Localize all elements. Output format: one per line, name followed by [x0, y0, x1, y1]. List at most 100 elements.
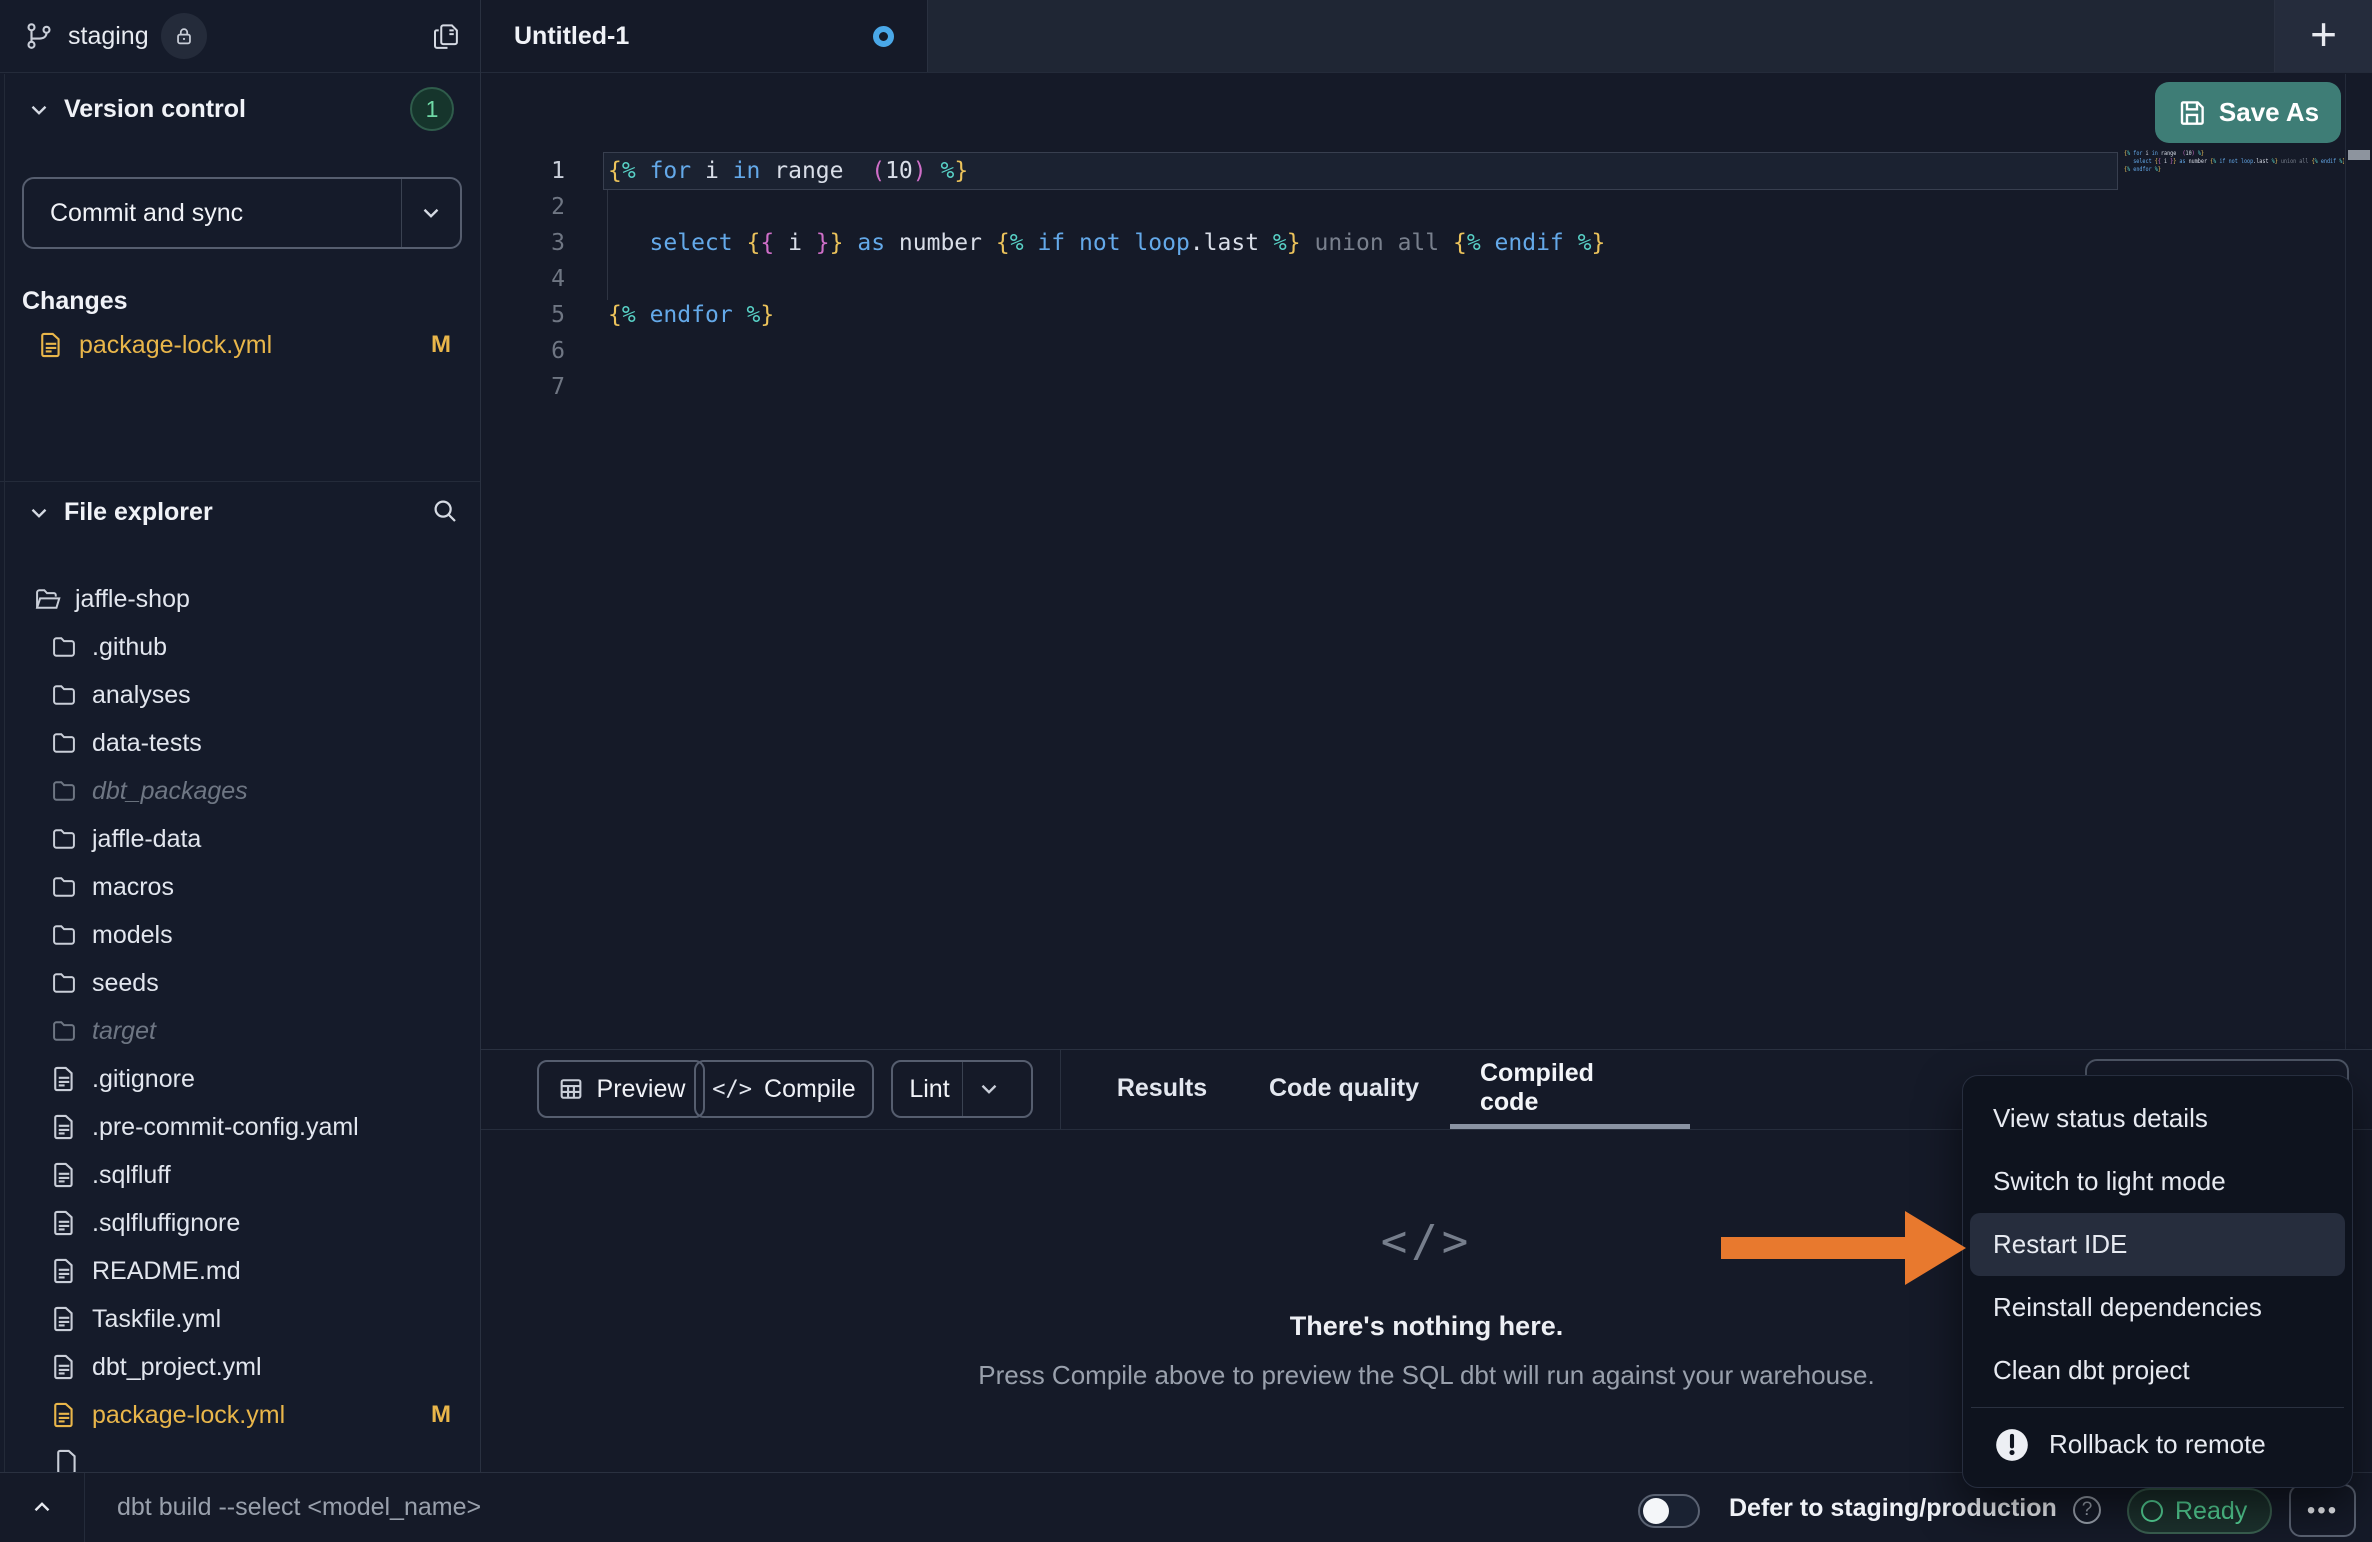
menu-item-rollback-to-remote[interactable]: Rollback to remote [1963, 1413, 2352, 1476]
tree-item-sqlfluffignore[interactable]: .sqlfluffignore [0, 1199, 480, 1247]
file-icon [50, 1113, 78, 1141]
menu-item-switch-to-light-mode[interactable]: Switch to light mode [1963, 1150, 2352, 1213]
unsaved-dot-icon [873, 26, 894, 47]
branch-name[interactable]: staging [68, 22, 149, 51]
version-control-header[interactable]: Version control 1 [0, 95, 480, 124]
file-explorer-header[interactable]: File explorer [0, 498, 480, 527]
tree-item-clipped[interactable] [53, 1448, 81, 1472]
changed-file-name: package-lock.yml [79, 331, 272, 360]
code-token: i [2161, 158, 2170, 165]
tree-item-seeds[interactable]: seeds [0, 959, 480, 1007]
commit-and-sync-button[interactable]: Commit and sync [22, 177, 462, 249]
code-token: endfor [650, 302, 733, 328]
changed-file-row[interactable]: package-lock.yml M [0, 324, 480, 366]
line-number: 7 [481, 369, 565, 405]
folder-icon [50, 1017, 78, 1045]
alert-icon [1993, 1426, 2031, 1464]
preview-button[interactable]: Preview [537, 1060, 705, 1118]
modified-badge: M [431, 1401, 451, 1429]
tree-item-pre-commit-config-yaml[interactable]: .pre-commit-config.yaml [0, 1103, 480, 1151]
defer-toggle[interactable] [1638, 1494, 1700, 1528]
scrollbar-thumb[interactable] [2348, 150, 2370, 160]
code-token: { [608, 158, 622, 184]
tree-item-label: dbt_project.yml [92, 1353, 262, 1382]
tree-item-label: .github [92, 633, 167, 662]
file-tree: jaffle-shop.githubanalysesdata-testsdbt_… [0, 575, 480, 1439]
tree-item-sqlfluff[interactable]: .sqlfluff [0, 1151, 480, 1199]
minimap[interactable]: {% for i in range (10) %} select {{ i }}… [2124, 150, 2344, 174]
lint-button[interactable]: Lint [891, 1060, 1033, 1118]
tree-item-label: models [92, 921, 173, 950]
code-token: % [1578, 230, 1592, 256]
tree-item-jaffle-shop[interactable]: jaffle-shop [0, 575, 480, 623]
code-token [719, 158, 733, 184]
branch-lock-chip [161, 13, 207, 59]
tree-item-package-lock-yml[interactable]: package-lock.ymlM [0, 1391, 480, 1439]
ready-status-button[interactable]: Ready [2127, 1488, 2272, 1534]
code-token [1121, 230, 1135, 256]
tree-item-gitignore[interactable]: .gitignore [0, 1055, 480, 1103]
button-label: Preview [597, 1075, 686, 1104]
tree-item-label: README.md [92, 1257, 241, 1286]
tree-item-label: Taskfile.yml [92, 1305, 221, 1334]
code-token: last [2256, 158, 2268, 165]
ready-label: Ready [2175, 1497, 2247, 1526]
commit-options-dropdown[interactable] [401, 179, 460, 247]
line-number: 1 [481, 153, 565, 189]
folder-icon [50, 921, 78, 949]
menu-item-reinstall-dependencies[interactable]: Reinstall dependencies [1963, 1276, 2352, 1339]
code-line-3: select {{ i }} as number {% if not loop.… [608, 225, 1605, 261]
defer-label: Defer to staging/production [1729, 1494, 2057, 1523]
code-token [982, 230, 996, 256]
tree-item-models[interactable]: models [0, 911, 480, 959]
code-token: union all [2281, 158, 2309, 165]
menu-item-clean-dbt-project[interactable]: Clean dbt project [1963, 1339, 2352, 1402]
tree-item-target[interactable]: target [0, 1007, 480, 1055]
folder-icon [50, 873, 78, 901]
file-icon [50, 1161, 78, 1189]
lint-dropdown[interactable] [962, 1062, 1015, 1116]
tree-item-macros[interactable]: macros [0, 863, 480, 911]
chevron-up-icon[interactable] [18, 1485, 66, 1529]
tree-item-label: seeds [92, 969, 159, 998]
ring-icon [2141, 1500, 2163, 1522]
panel-tab-compiled-code[interactable]: Compiled code [1480, 1050, 1656, 1126]
tree-item-label: .gitignore [92, 1065, 195, 1094]
indent-guide [607, 190, 608, 300]
tree-item-github[interactable]: .github [0, 623, 480, 671]
menu-item-view-status-details[interactable]: View status details [1963, 1087, 2352, 1150]
toolbar-divider [1060, 1050, 1061, 1129]
tree-item-dbt-project-yml[interactable]: dbt_project.yml [0, 1343, 480, 1391]
help-icon[interactable]: ? [2073, 1496, 2101, 1524]
menu-item-restart-ide[interactable]: Restart IDE [1970, 1213, 2345, 1276]
code-token: } [2201, 150, 2204, 157]
tree-item-label: .sqlfluffignore [92, 1209, 240, 1238]
code-token: } [830, 230, 844, 256]
code-token: } [2158, 166, 2161, 173]
code-token: ) [913, 158, 927, 184]
menu-item-label: Clean dbt project [1993, 1355, 2190, 1386]
folder-open-icon [33, 585, 61, 613]
tab-untitled-1[interactable]: Untitled-1 [481, 0, 928, 72]
tree-item-analyses[interactable]: analyses [0, 671, 480, 719]
commit-button-label: Commit and sync [24, 199, 243, 228]
compile-button[interactable]: </>Compile [694, 1060, 874, 1118]
more-options-button[interactable]: ••• [2289, 1484, 2356, 1537]
new-tab-button[interactable]: + [2310, 11, 2337, 57]
panel-tab-results[interactable]: Results [1117, 1050, 1207, 1126]
git-branch-icon [24, 21, 54, 51]
copy-icon[interactable] [425, 16, 465, 56]
button-label: Compile [764, 1075, 856, 1104]
code-token [1024, 230, 1038, 256]
tree-item-taskfile-yml[interactable]: Taskfile.yml [0, 1295, 480, 1343]
folder-icon [50, 729, 78, 757]
version-control-title: Version control [64, 95, 246, 124]
command-input[interactable]: dbt build --select <model_name> [117, 1473, 1117, 1542]
search-icon[interactable] [430, 496, 460, 526]
tree-item-readme-md[interactable]: README.md [0, 1247, 480, 1295]
panel-tab-code-quality[interactable]: Code quality [1269, 1050, 1419, 1126]
tree-item-dbt-packages[interactable]: dbt_packages [0, 767, 480, 815]
tree-item-jaffle-data[interactable]: jaffle-data [0, 815, 480, 863]
tree-item-data-tests[interactable]: data-tests [0, 719, 480, 767]
code-editor[interactable]: 1234567 {% for i in range (10) %} select… [481, 74, 2372, 1049]
